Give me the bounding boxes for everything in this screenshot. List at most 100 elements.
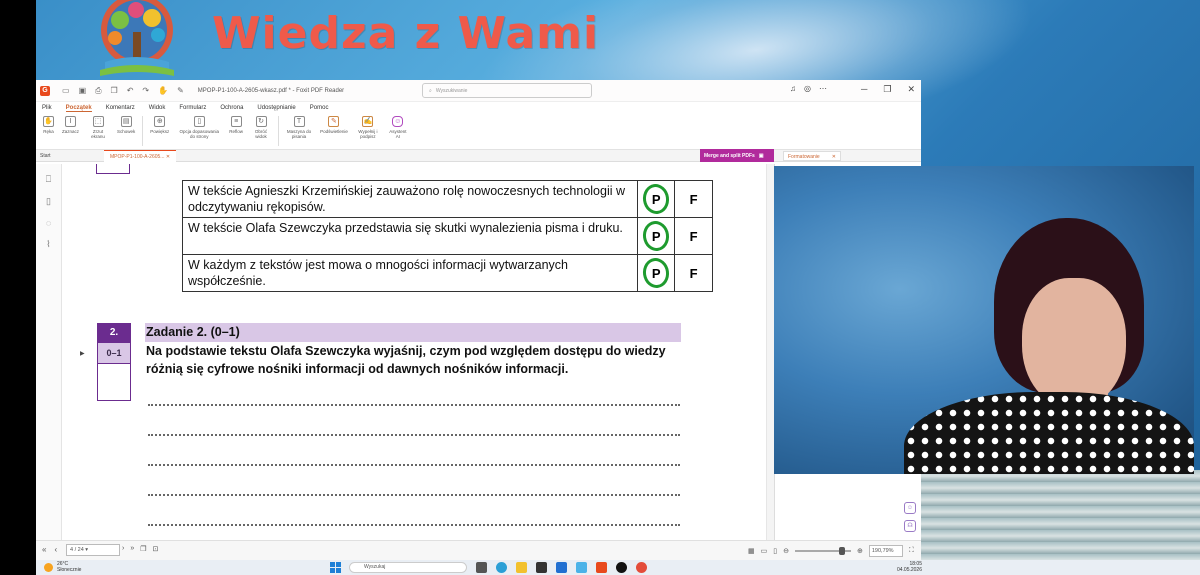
page-number-input[interactable]: 4 / 24 ▾: [66, 544, 120, 556]
score-box-previous: [96, 164, 130, 174]
support-icon[interactable]: ☊: [904, 520, 916, 532]
zoom-slider[interactable]: [794, 547, 851, 555]
answer-p-cell[interactable]: P: [638, 218, 676, 254]
clipboard-icon: ▤: [120, 116, 132, 127]
left-border: [0, 0, 36, 575]
answer-line[interactable]: [148, 434, 680, 436]
ribbon-highlight[interactable]: ✎ Podświetlenie: [317, 114, 351, 136]
expand-arrow-icon[interactable]: ▶: [80, 350, 85, 357]
score-input-box[interactable]: [97, 364, 131, 401]
taskbar-search[interactable]: Wyszukaj: [349, 562, 467, 573]
answer-line[interactable]: [148, 524, 680, 526]
fit-height-icon[interactable]: ▯: [773, 547, 777, 555]
ai-chat-icon[interactable]: ☺: [904, 502, 916, 514]
menu-komentarz[interactable]: Komentarz: [106, 105, 135, 111]
print-icon[interactable]: ⎙: [95, 86, 101, 96]
ribbon-ai-assistant[interactable]: ☺ Asystent AI: [385, 114, 411, 142]
task-view-icon[interactable]: [476, 562, 487, 573]
undo-icon[interactable]: ↶: [127, 86, 134, 96]
weather-widget[interactable]: 26°C Słonecznie: [44, 561, 81, 573]
tab-formatting[interactable]: Formatowanie ✕: [783, 151, 841, 161]
edge-icon[interactable]: [496, 562, 507, 573]
prev-page-icon[interactable]: ‹: [54, 545, 57, 554]
ribbon-select[interactable]: I Zaznacz: [59, 114, 82, 136]
answer-p-cell[interactable]: P: [638, 255, 676, 291]
search-input[interactable]: ⌕ Wyszukiwanie: [422, 83, 592, 98]
close-button[interactable]: ✕: [907, 84, 915, 95]
ribbon-screenshot[interactable]: ⬚ Zrzut ekranu: [84, 114, 112, 142]
close-tab-icon[interactable]: ✕: [166, 154, 170, 160]
clock[interactable]: 18:05 04.05.2026: [897, 561, 922, 573]
zoom-in-icon[interactable]: ⊕: [857, 547, 863, 555]
menu-formularz[interactable]: Formularz: [179, 105, 206, 111]
answer-f-cell[interactable]: F: [675, 218, 712, 254]
extract-icon[interactable]: ⊡: [153, 545, 159, 553]
menu-udostepnianie[interactable]: Udostępnianie: [257, 105, 295, 111]
zoom-input[interactable]: 190,79%: [868, 545, 903, 557]
zoom-out-icon[interactable]: ⊖: [783, 547, 789, 555]
ribbon-typewriter[interactable]: T Maszyna do pisania: [283, 114, 315, 142]
mail-icon[interactable]: [556, 562, 567, 573]
answer-line[interactable]: [148, 404, 680, 406]
account-icon[interactable]: ◎: [804, 84, 811, 95]
sun-icon: [44, 562, 53, 572]
tab-start[interactable]: Start: [40, 153, 51, 159]
close-panel-icon[interactable]: ✕: [832, 154, 836, 160]
maximize-button[interactable]: ❐: [883, 84, 891, 95]
windows-start-icon[interactable]: [330, 562, 341, 573]
next-page-icon[interactable]: ›: [122, 545, 124, 553]
page-nav: « ‹: [42, 545, 57, 554]
ribbon-reflow[interactable]: ≡ Reflow: [226, 114, 246, 136]
copy-icon[interactable]: ❐: [111, 86, 118, 96]
pages-icon[interactable]: ▯: [46, 196, 51, 207]
menu-widok[interactable]: Widok: [149, 105, 166, 111]
ribbon-hand[interactable]: ✋ Ręka: [40, 114, 57, 136]
chrome-icon[interactable]: [636, 562, 647, 573]
title-bar: G ▭ ▣ ⎙ ❐ ↶ ↷ ✋ ✎ MPOP-P1-100-A-2605-wka…: [36, 80, 921, 102]
menu-plik[interactable]: Plik: [42, 105, 52, 111]
answer-f-cell[interactable]: F: [675, 255, 712, 291]
answer-line[interactable]: [148, 494, 680, 496]
ribbon-fit-page[interactable]: ▯ Opcja dopasowania do strony: [174, 114, 224, 142]
ribbon-fill-sign[interactable]: ✍ Wypełnij i podpisz: [353, 114, 383, 142]
vertical-scrollbar[interactable]: [766, 164, 774, 540]
ribbon-zoom[interactable]: ⊕ Powiększ: [147, 114, 172, 136]
fullscreen-icon[interactable]: ⛶: [909, 547, 914, 555]
view-mode-icon[interactable]: ▦: [748, 547, 755, 555]
copy-page-icon[interactable]: ❐: [140, 545, 146, 553]
bookmark-icon[interactable]: ⎕: [46, 174, 51, 185]
bell-icon[interactable]: ♫: [790, 84, 796, 95]
document-tab-bar: Start MPOP-P1-100-A-2605... ✕ Merge and …: [36, 149, 921, 162]
pen-icon[interactable]: ✎: [177, 86, 184, 96]
file-explorer-icon[interactable]: [516, 562, 527, 573]
answer-p-cell[interactable]: P: [638, 181, 676, 217]
hand-tool-icon[interactable]: ✋: [158, 86, 168, 96]
menu-poczatek[interactable]: Początek: [65, 105, 92, 112]
foxit-taskbar-icon[interactable]: [596, 562, 607, 573]
more-icon[interactable]: ⋯: [819, 84, 827, 95]
ribbon-clipboard[interactable]: ▤ Schowek: [114, 114, 138, 136]
last-page-icon[interactable]: »: [130, 545, 134, 553]
menu-ochrona[interactable]: Ochrona: [220, 105, 243, 111]
obs-icon[interactable]: [616, 562, 627, 573]
answer-f-cell[interactable]: F: [675, 181, 712, 217]
redo-icon[interactable]: ↷: [142, 86, 149, 96]
comments-icon[interactable]: ◌: [46, 218, 51, 228]
ribbon-rotate[interactable]: ↻ Obróć widok: [248, 114, 274, 142]
check-circle: [641, 219, 672, 253]
statement-row: W tekście Olafa Szewczyka przedstawia si…: [182, 217, 713, 255]
save-icon[interactable]: ▣: [79, 86, 87, 96]
window-title: MPOP-P1-100-A-2605-wkasz.pdf * - Foxit P…: [197, 87, 345, 94]
store-icon[interactable]: [536, 562, 547, 573]
answer-line[interactable]: [148, 464, 680, 466]
tab-document[interactable]: MPOP-P1-100-A-2605... ✕: [104, 150, 177, 162]
photos-icon[interactable]: [576, 562, 587, 573]
minimize-button[interactable]: ─: [861, 84, 867, 95]
merge-split-button[interactable]: Merge and split PDFs ▣: [700, 149, 774, 162]
first-page-icon[interactable]: «: [42, 545, 46, 554]
menu-pomoc[interactable]: Pomoc: [310, 105, 329, 111]
attachment-icon[interactable]: ⌇: [46, 239, 50, 250]
task-header: Zadanie 2. (0–1): [145, 323, 681, 342]
open-icon[interactable]: ▭: [62, 86, 70, 96]
fit-width-icon[interactable]: ▭: [761, 547, 768, 555]
